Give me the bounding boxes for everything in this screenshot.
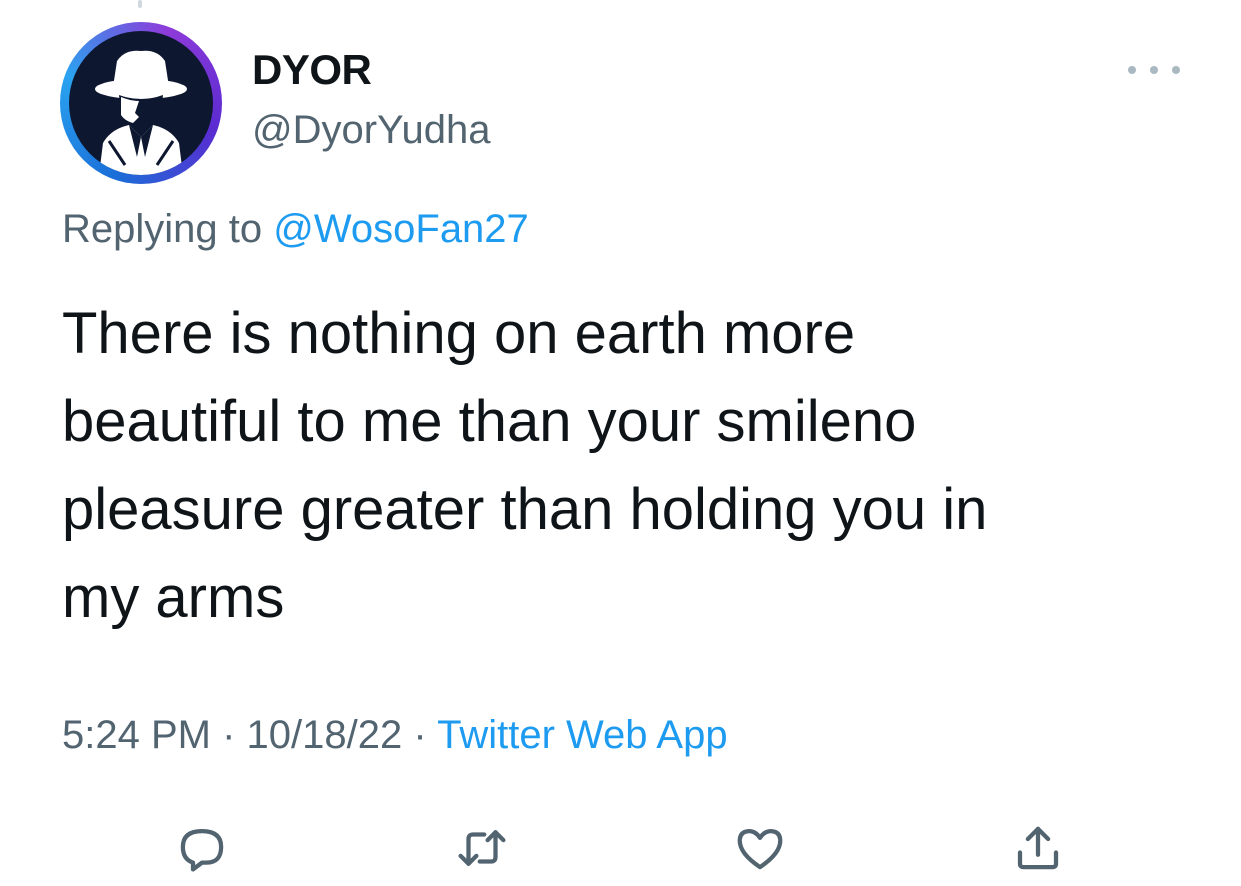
share-icon: [1017, 826, 1059, 870]
more-dot: [1150, 66, 1158, 74]
user-handle[interactable]: @DyorYudha: [252, 108, 491, 153]
more-options-icon[interactable]: [1128, 58, 1180, 82]
replying-to-line: Replying to @WosoFan27: [62, 207, 529, 252]
avatar[interactable]: [60, 22, 222, 184]
heart-icon: [737, 828, 783, 870]
tweet-meta: 5:24 PM · 10/18/22 · Twitter Web App: [62, 713, 728, 758]
meta-separator: ·: [222, 713, 236, 757]
tweet-date[interactable]: 10/18/22: [247, 713, 403, 757]
retweet-button[interactable]: [452, 818, 512, 878]
reply-icon: [180, 828, 224, 872]
tweet-source-link[interactable]: Twitter Web App: [437, 713, 728, 757]
like-button[interactable]: [730, 818, 790, 878]
more-dot: [1128, 66, 1136, 74]
reply-mention-link[interactable]: @WosoFan27: [273, 207, 529, 251]
retweet-icon: [458, 830, 506, 866]
tweet-action-bar: [0, 818, 1241, 878]
meta-separator: ·: [413, 713, 427, 757]
more-dot: [1172, 66, 1180, 74]
share-button[interactable]: [1008, 818, 1068, 878]
tweet-time[interactable]: 5:24 PM: [62, 713, 211, 757]
display-name[interactable]: DYOR: [252, 46, 372, 94]
replying-to-label: Replying to: [62, 207, 263, 251]
thread-connector: [138, 0, 142, 8]
reply-button[interactable]: [172, 818, 232, 878]
hat-silhouette-avatar-icon: [69, 31, 213, 175]
tweet-text: There is nothing on earth more beautiful…: [62, 301, 988, 630]
